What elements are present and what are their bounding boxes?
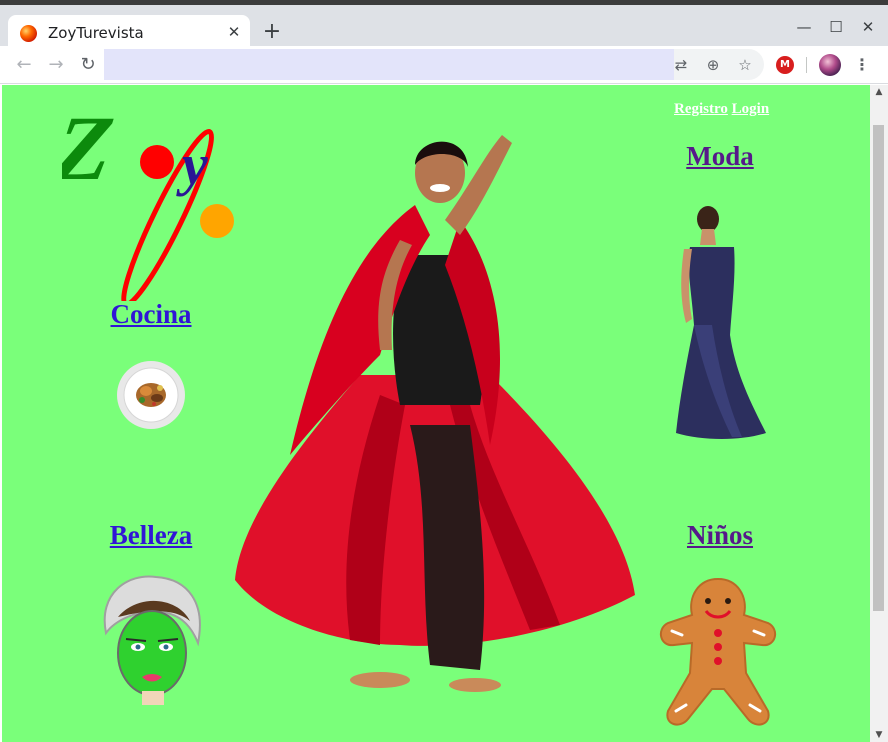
auth-links: Registro Login [674, 101, 769, 118]
browser-menu-button[interactable]: ⋮ [852, 54, 872, 76]
logo-letter-z: Z [62, 97, 119, 199]
logo-planet [200, 204, 234, 238]
cocina-plate-image[interactable] [116, 360, 186, 430]
moda-link[interactable]: Moda [672, 141, 768, 172]
cocina-link[interactable]: Cocina [102, 299, 200, 330]
profile-avatar[interactable] [819, 54, 841, 76]
scroll-down-arrow-icon[interactable]: ▼ [874, 730, 884, 740]
page-viewport: Z y Registro Login Cocina Moda Belleza N… [2, 85, 870, 742]
logo-letter-o [140, 145, 174, 179]
tab-close-icon[interactable]: ✕ [226, 22, 242, 42]
moda-dress-image[interactable] [672, 205, 768, 441]
favicon-icon [20, 25, 37, 42]
extension-icon[interactable]: M [776, 56, 794, 74]
browser-titlebar: ZoyTurevista ✕ + — ☐ ✕ [0, 0, 888, 51]
back-button[interactable]: ← [13, 54, 35, 76]
forward-button[interactable]: → [45, 54, 67, 76]
omnibox: ⇄ ⊕ ☆ [104, 49, 764, 80]
address-bar-input[interactable] [104, 49, 674, 80]
tab-title: ZoyTurevista [48, 24, 144, 42]
toolbar-divider [806, 57, 807, 73]
register-link[interactable]: Registro [674, 101, 728, 117]
bookmark-star-icon[interactable]: ☆ [734, 54, 756, 76]
new-tab-button[interactable]: + [260, 20, 284, 44]
belleza-link[interactable]: Belleza [98, 520, 204, 551]
ninos-link[interactable]: Niños [674, 520, 766, 551]
zoom-icon[interactable]: ⊕ [702, 54, 724, 76]
maximize-button[interactable]: ☐ [826, 17, 846, 37]
translate-icon[interactable]: ⇄ [670, 54, 692, 76]
belleza-mask-image[interactable] [98, 573, 206, 705]
dancer-hero-image [235, 135, 635, 692]
scroll-up-arrow-icon[interactable]: ▲ [874, 87, 884, 97]
ninos-cookie-image[interactable] [658, 577, 778, 729]
reload-button[interactable]: ↻ [77, 54, 99, 76]
close-window-button[interactable]: ✕ [858, 17, 878, 37]
minimize-button[interactable]: — [794, 17, 814, 37]
login-link[interactable]: Login [732, 101, 770, 117]
page-scrollbar[interactable]: ▲ ▼ [870, 85, 888, 742]
browser-toolbar: ← → ↻ ⇄ ⊕ ☆ M ⋮ [0, 46, 888, 84]
scrollbar-thumb[interactable] [873, 125, 884, 611]
